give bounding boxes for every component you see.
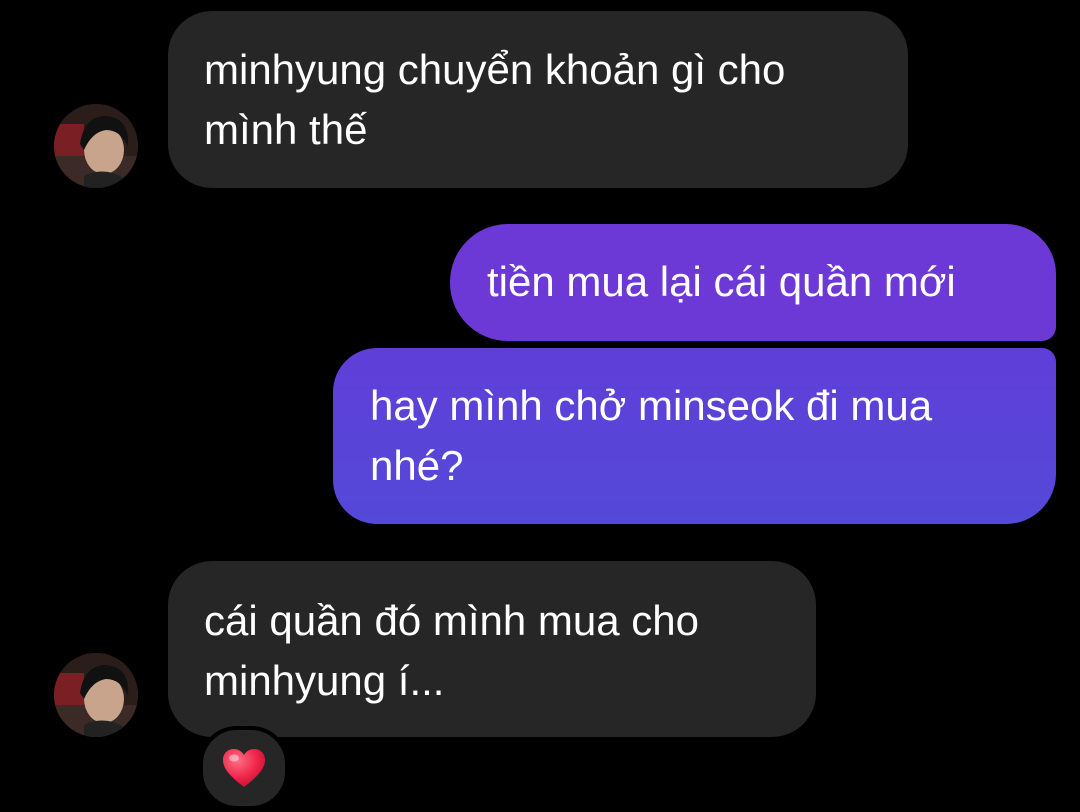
outgoing-message-bubble[interactable]: tiền mua lại cái quần mới <box>450 224 1056 341</box>
incoming-message-bubble[interactable]: minhyung chuyển khoản gì cho mình thế <box>168 11 908 188</box>
avatar-photo <box>54 653 138 737</box>
message-reaction[interactable] <box>199 726 289 810</box>
avatar-photo <box>54 104 138 188</box>
incoming-message-bubble[interactable]: cái quần đó mình mua cho minhyung í... <box>168 561 816 737</box>
outgoing-message-bubble[interactable]: hay mình chở minseok đi mua nhé? <box>333 348 1056 524</box>
red-heart-icon <box>223 749 265 787</box>
sender-avatar[interactable] <box>54 104 138 188</box>
sender-avatar[interactable] <box>54 653 138 737</box>
